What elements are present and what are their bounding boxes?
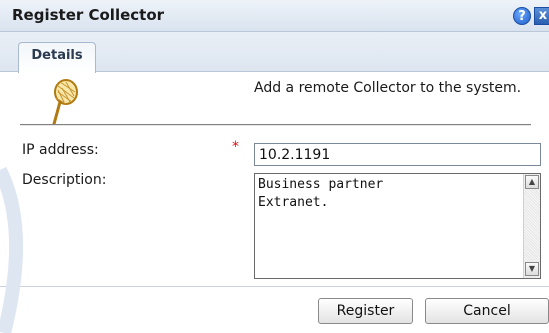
- close-icon: x: [538, 8, 548, 23]
- dialog-title: Register Collector: [12, 6, 165, 24]
- help-icon: ?: [518, 9, 526, 24]
- decorative-swirl: [0, 166, 23, 333]
- ip-address-input[interactable]: [254, 143, 541, 166]
- description-field[interactable]: Business partner Extranet. ▲ ▼: [254, 173, 541, 279]
- dialog-description: Add a remote Collector to the system.: [254, 80, 522, 96]
- scroll-down-button[interactable]: ▼: [525, 262, 539, 276]
- register-button-label: Register: [336, 303, 395, 319]
- collector-net-icon: [44, 78, 84, 128]
- cancel-button[interactable]: Cancel: [425, 298, 549, 324]
- tab-details-label: Details: [31, 48, 83, 63]
- title-bar: Register Collector ? x: [0, 0, 549, 32]
- separator: [20, 124, 531, 126]
- cancel-button-label: Cancel: [463, 303, 511, 319]
- scroll-up-button[interactable]: ▲: [525, 175, 539, 189]
- close-button[interactable]: x: [534, 7, 549, 25]
- tab-strip: Details: [0, 32, 549, 73]
- tab-details[interactable]: Details: [18, 42, 96, 73]
- register-button[interactable]: Register: [318, 298, 413, 324]
- help-button[interactable]: ?: [513, 7, 531, 25]
- description-textarea[interactable]: Business partner Extranet.: [255, 174, 523, 278]
- description-scrollbar[interactable]: ▲ ▼: [523, 174, 540, 278]
- required-indicator: *: [232, 139, 239, 155]
